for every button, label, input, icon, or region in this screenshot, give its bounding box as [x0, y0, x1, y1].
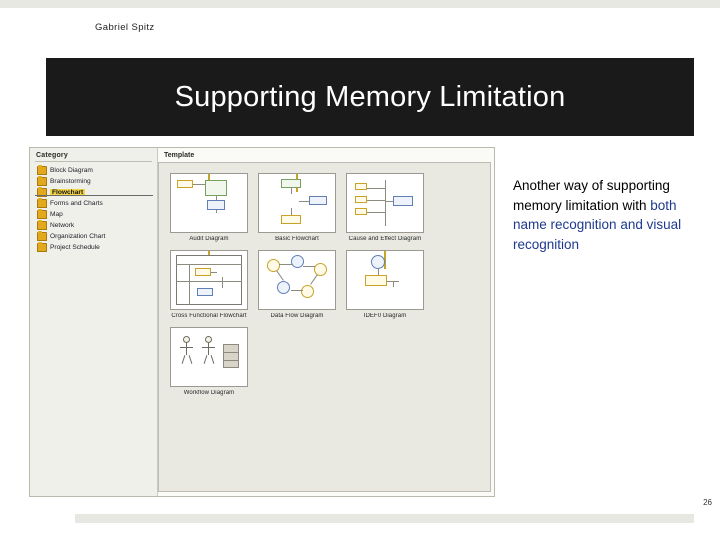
template-pane: Template Audit Diagram Basic Flowchart C… [158, 148, 494, 496]
top-decoration-bar [0, 0, 720, 8]
template-thumbnail [170, 250, 248, 310]
folder-icon [37, 209, 47, 219]
template-list: Audit Diagram Basic Flowchart Cause and … [158, 162, 491, 492]
category-item-brainstorming[interactable]: Brainstorming [30, 176, 157, 187]
folder-icon [37, 176, 47, 186]
category-item-label: Project Schedule [50, 244, 100, 251]
template-item-label: Cross Functional Flowchart [171, 313, 247, 319]
template-thumbnail [258, 173, 336, 233]
template-item-label: Basic Flowchart [275, 236, 319, 242]
template-item-label: Data Flow Diagram [270, 313, 324, 319]
template-item-label: IDEF0 Diagram [363, 313, 407, 319]
category-item-label: Organization Chart [50, 233, 106, 240]
category-item-label: Forms and Charts [50, 200, 103, 207]
template-item-basic-flowchart[interactable]: Basic Flowchart [255, 173, 339, 242]
folder-icon [37, 220, 47, 230]
template-item-label: Workflow Diagram [183, 390, 235, 396]
template-item-audit-diagram[interactable]: Audit Diagram [167, 173, 251, 242]
slide: Gabriel Spitz Supporting Memory Limitati… [0, 0, 720, 540]
category-item-block-diagram[interactable]: Block Diagram [30, 165, 157, 176]
template-thumbnail [170, 173, 248, 233]
template-thumbnail [258, 250, 336, 310]
category-item-label: Block Diagram [50, 167, 93, 174]
template-thumbnail [346, 173, 424, 233]
category-item-label: Brainstorming [50, 178, 91, 185]
template-item-workflow-diagram[interactable]: Workflow Diagram [167, 327, 251, 396]
category-item-project-schedule[interactable]: Project Schedule [30, 242, 157, 253]
category-item-organization-chart[interactable]: Organization Chart [30, 231, 157, 242]
category-item-map[interactable]: Map [30, 209, 157, 220]
page-title: Supporting Memory Limitation [174, 80, 566, 113]
application-screenshot: Category Block Diagram Brainstorming Flo… [29, 147, 495, 497]
template-item-cross-functional-flowchart[interactable]: Cross Functional Flowchart [167, 250, 251, 319]
template-item-label: Audit Diagram [189, 236, 229, 242]
category-item-network[interactable]: Network [30, 220, 157, 231]
title-band: Supporting Memory Limitation [46, 58, 694, 136]
template-item-data-flow-diagram[interactable]: Data Flow Diagram [255, 250, 339, 319]
body-lead-text: Another way of supporting memory limitat… [513, 178, 670, 213]
template-pane-header: Template [164, 152, 195, 159]
author-name: Gabriel Spitz [95, 22, 155, 33]
body-paragraph: Another way of supporting memory limitat… [513, 176, 685, 254]
template-item-label: Cause and Effect Diagram [348, 236, 422, 242]
template-item-idef0-diagram[interactable]: IDEF0 Diagram [343, 250, 427, 319]
selection-underline [35, 195, 153, 196]
folder-icon [37, 198, 47, 208]
template-thumbnail [170, 327, 248, 387]
category-pane-header: Category [36, 152, 68, 159]
footer-decoration-bar [75, 514, 694, 523]
folder-icon [37, 242, 47, 252]
folder-icon [37, 231, 47, 241]
folder-icon [37, 165, 47, 175]
category-item-flowchart[interactable]: Flowchart [30, 187, 157, 198]
template-item-cause-and-effect-diagram[interactable]: Cause and Effect Diagram [343, 173, 427, 242]
category-item-forms-and-charts[interactable]: Forms and Charts [30, 198, 157, 209]
category-item-label: Map [50, 211, 63, 218]
category-pane: Category Block Diagram Brainstorming Flo… [30, 148, 158, 496]
category-pane-divider [35, 161, 152, 162]
category-item-label: Network [50, 222, 75, 229]
template-thumbnail [346, 250, 424, 310]
page-number: 26 [703, 498, 712, 507]
